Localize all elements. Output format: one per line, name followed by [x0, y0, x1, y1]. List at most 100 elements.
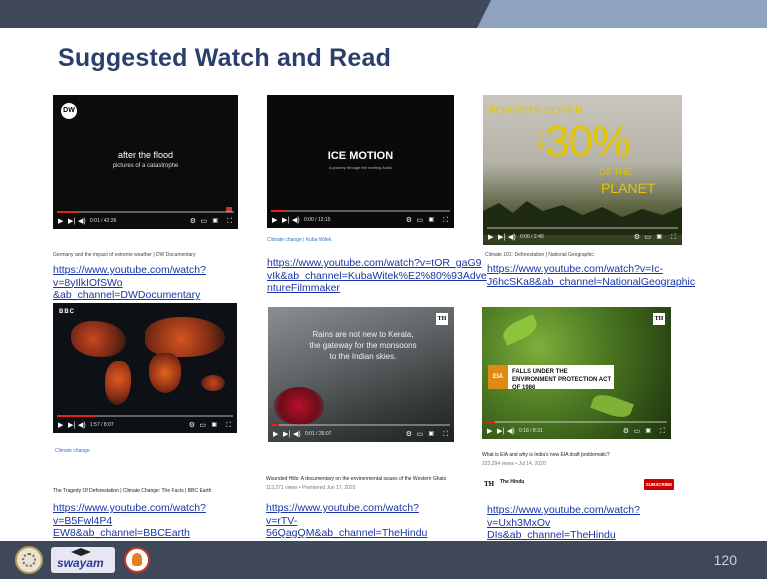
nptel-logo	[124, 547, 150, 573]
link-line[interactable]: https://www.youtube.com/watch?v=8yIlkIOf…	[53, 264, 206, 289]
video-thumbnail[interactable]: DW after the flood pictures of a catastr…	[53, 95, 238, 229]
link-line[interactable]: 56QagQM&ab_channel=TheHindu	[266, 527, 427, 540]
the-hindu-logo: TH	[653, 313, 665, 325]
red-leaves	[274, 387, 324, 425]
subtitles-icon[interactable]: ▭	[633, 428, 640, 435]
video-link[interactable]: https://www.youtube.com/watch?v=Ic- J6hc…	[487, 263, 695, 288]
eia-banner: EIA FALLS UNDER THE ENVIRONMENT PROTECTI…	[488, 365, 614, 391]
video-thumbnail[interactable]: ICE MOTION A journey through the melting…	[267, 95, 454, 228]
player-controls: ▶ ▶| ◀) 0:01 / 42:26 ⚙ ▭ ▣ ⛶	[53, 211, 238, 229]
next-icon[interactable]: ▶|	[498, 234, 505, 241]
cc-icon[interactable]: ▣	[428, 217, 434, 224]
player-controls: ▶ ▶| ◀) 0:00 / 2:40 ⚙ ▭ ▣ ⛶	[483, 227, 682, 245]
link-line[interactable]: J6hcSKa8&ab_channel=NationalGeographic	[487, 276, 695, 289]
video-thumbnail[interactable]: FORESTS COVER ABOUT 30% OF THE PLANET ▶ …	[483, 95, 682, 245]
play-icon[interactable]: ▶	[58, 218, 63, 225]
swayam-logo-text: swayam	[57, 556, 104, 570]
progress-bar[interactable]	[272, 424, 450, 426]
subtitles-icon[interactable]: ▭	[644, 234, 651, 241]
play-icon[interactable]: ▶	[487, 428, 492, 435]
cc-icon[interactable]: ▣	[211, 422, 217, 429]
video-thumbnail[interactable]: TH Rains are not new to Kerala, the gate…	[268, 307, 454, 442]
cc-icon[interactable]: ▣	[212, 218, 218, 225]
time-display: 0:00 / 2:40	[520, 234, 544, 240]
player-controls: ▶ ▶| ◀) 0:18 / 8:31 ⚙ ▭ ▣ ⛶	[482, 421, 671, 439]
forest-line-1: FORESTS COVER	[489, 105, 584, 117]
link-line[interactable]: https://www.youtube.com/watch?v=rTV-	[266, 502, 427, 527]
footer-bar: swayam 120	[0, 541, 767, 579]
progress-bar[interactable]	[271, 210, 450, 212]
play-icon[interactable]: ▶	[58, 422, 63, 429]
link-line[interactable]: DIs&ab_channel=TheHindu	[487, 529, 640, 542]
fullscreen-icon[interactable]: ⛶	[671, 234, 676, 241]
video-link[interactable]: https://www.youtube.com/watch?v=B5Fwl4P4…	[53, 502, 206, 540]
volume-icon[interactable]: ◀)	[78, 218, 86, 225]
link-line[interactable]: &ab_channel=DWDocumentary	[53, 289, 206, 302]
next-icon[interactable]: ▶|	[283, 431, 290, 438]
play-icon[interactable]: ▶	[273, 431, 278, 438]
channel-name: The Hindu	[500, 479, 525, 485]
link-line[interactable]: ntureFilmmaker	[267, 282, 487, 295]
nptel-flame-icon	[132, 553, 142, 566]
volume-icon[interactable]: ◀)	[78, 422, 86, 429]
settings-icon[interactable]: ⚙	[189, 422, 195, 429]
fullscreen-icon[interactable]: ⛶	[227, 218, 232, 225]
forest-line-2: OF THE	[599, 167, 632, 177]
link-line[interactable]: https://www.youtube.com/watch?v=tOR_gaG9	[267, 257, 487, 270]
progress-bar[interactable]	[486, 421, 667, 423]
next-icon[interactable]: ▶|	[68, 218, 75, 225]
fullscreen-icon[interactable]: ⛶	[443, 217, 448, 224]
volume-icon[interactable]: ◀)	[508, 234, 516, 241]
volume-icon[interactable]: ◀)	[293, 431, 301, 438]
video-link[interactable]: https://www.youtube.com/watch?v=Uxh3MxOv…	[487, 504, 640, 542]
fullscreen-icon[interactable]: ⛶	[226, 422, 231, 429]
subtitles-icon[interactable]: ▭	[200, 218, 207, 225]
next-icon[interactable]: ▶|	[282, 217, 289, 224]
link-line[interactable]: https://www.youtube.com/watch?v=Ic-	[487, 263, 695, 276]
settings-icon[interactable]: ⚙	[406, 431, 412, 438]
time-display: 0:01 / 42:26	[90, 218, 117, 224]
settings-icon[interactable]: ⚙	[634, 234, 640, 241]
subtitles-icon[interactable]: ▭	[416, 431, 423, 438]
volume-icon[interactable]: ◀)	[292, 217, 300, 224]
settings-icon[interactable]: ⚙	[190, 218, 196, 225]
next-icon[interactable]: ▶|	[497, 428, 504, 435]
cc-icon[interactable]: ▣	[656, 234, 662, 241]
video-thumbnail[interactable]: BBC ▶ ▶| ◀) 1:57 / 8:07 ⚙ ▭ ▣ ⛶	[53, 303, 237, 433]
link-line[interactable]: vIk&ab_channel=KubaWitek%E2%80%93Adve	[267, 270, 487, 283]
video-description: What is EIA and why is India's new EIA d…	[482, 452, 610, 458]
top-band-accent	[477, 0, 767, 28]
progress-bar[interactable]	[57, 415, 233, 417]
video-link[interactable]: https://www.youtube.com/watch?v=8yIlkIOf…	[53, 264, 206, 302]
forest-percentage: 30%	[545, 117, 631, 166]
cc-icon[interactable]: ▣	[428, 431, 434, 438]
play-icon[interactable]: ▶	[272, 217, 277, 224]
subtitles-icon[interactable]: ▭	[416, 217, 423, 224]
channel-label: Climate change	[55, 448, 90, 454]
subscribe-button[interactable]: SUBSCRIBE	[644, 479, 674, 490]
subtitles-icon[interactable]: ▭	[199, 422, 206, 429]
forest-about: ABOUT	[538, 130, 545, 152]
link-line[interactable]: https://www.youtube.com/watch?v=Uxh3MxOv	[487, 504, 640, 529]
video-description: Wounded Hills: A documentary on the envi…	[266, 476, 447, 482]
video-link[interactable]: https://www.youtube.com/watch?v=rTV- 56Q…	[266, 502, 427, 540]
next-icon[interactable]: ▶|	[68, 422, 75, 429]
video-thumbnail[interactable]: TH EIA FALLS UNDER THE ENVIRONMENT PROTE…	[482, 307, 671, 439]
volume-icon[interactable]: ◀)	[507, 428, 515, 435]
progress-bar[interactable]	[57, 211, 234, 213]
player-controls: ▶ ▶| ◀) 0:01 / 26:07 ⚙ ▭ ▣ ⛶	[268, 424, 454, 442]
settings-icon[interactable]: ⚙	[623, 428, 629, 435]
swayam-logo: swayam	[51, 547, 115, 573]
page-number: 120	[713, 552, 737, 568]
link-line[interactable]: https://www.youtube.com/watch?v=B5Fwl4P4	[53, 502, 206, 527]
play-icon[interactable]: ▶	[488, 234, 493, 241]
link-line[interactable]: EW8&ab_channel=BBCEarth	[53, 527, 206, 540]
video-link[interactable]: https://www.youtube.com/watch?v=tOR_gaG9…	[267, 257, 487, 295]
fullscreen-icon[interactable]: ⛶	[660, 428, 665, 435]
fullscreen-icon[interactable]: ⛶	[443, 431, 448, 438]
slide-title: Suggested Watch and Read	[58, 44, 392, 72]
progress-fill	[57, 211, 79, 213]
cc-icon[interactable]: ▣	[645, 428, 651, 435]
settings-icon[interactable]: ⚙	[406, 217, 412, 224]
progress-bar[interactable]	[487, 227, 678, 229]
